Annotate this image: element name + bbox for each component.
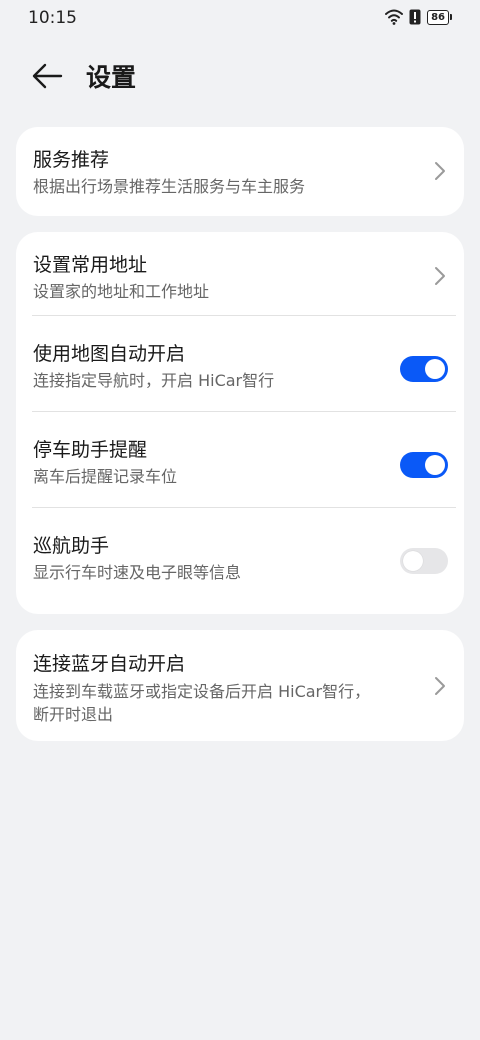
chevron-right-icon [435, 677, 445, 695]
status-icons: 86 [385, 9, 452, 25]
chevron-right-icon [435, 162, 445, 180]
arrow-left-icon [32, 63, 63, 89]
parking-reminder-toggle[interactable] [400, 452, 448, 478]
parking-reminder-title: 停车助手提醒 [33, 439, 148, 461]
status-bar: 10:15 86 [0, 0, 480, 36]
back-button[interactable] [28, 56, 68, 96]
battery-icon: 86 [427, 9, 452, 25]
address-row[interactable]: 设置常用地址 设置家的地址和工作地址 [16, 232, 464, 316]
header: 设置 [0, 50, 480, 100]
toggle-knob [425, 359, 445, 379]
cruise-assistant-title: 巡航助手 [33, 535, 110, 557]
map-auto-open-toggle[interactable] [400, 356, 448, 382]
service-recommend-row[interactable]: 服务推荐 根据出行场景推荐生活服务与车主服务 [16, 127, 464, 216]
toggle-knob [425, 455, 445, 475]
cruise-assistant-subtitle: 显示行车时速及电子眼等信息 [33, 563, 242, 582]
map-auto-open-title: 使用地图自动开启 [33, 343, 186, 365]
settings-card: 设置常用地址 设置家的地址和工作地址 使用地图自动开启 连接指定导航时，开启 H… [16, 232, 464, 614]
bluetooth-card: 连接蓝牙自动开启 连接到车载蓝牙或指定设备后开启 HiCar智行， 断开时退出 [16, 630, 464, 741]
bluetooth-auto-open-row[interactable]: 连接蓝牙自动开启 连接到车载蓝牙或指定设备后开启 HiCar智行， 断开时退出 [16, 630, 464, 741]
service-recommend-subtitle: 根据出行场景推荐生活服务与车主服务 [33, 177, 306, 196]
bluetooth-auto-open-subtitle-line2: 断开时退出 [33, 705, 114, 724]
map-auto-open-row: 使用地图自动开启 连接指定导航时，开启 HiCar智行 [16, 316, 464, 412]
service-card: 服务推荐 根据出行场景推荐生活服务与车主服务 [16, 127, 464, 216]
alert-icon [409, 9, 421, 25]
page-title: 设置 [86, 63, 137, 92]
cruise-assistant-toggle[interactable] [400, 548, 448, 574]
parking-reminder-row: 停车助手提醒 离车后提醒记录车位 [16, 412, 464, 508]
address-subtitle: 设置家的地址和工作地址 [33, 282, 210, 301]
battery-tip [450, 14, 452, 20]
status-time: 10:15 [28, 8, 77, 28]
chevron-right-icon [435, 267, 445, 285]
cruise-assistant-row: 巡航助手 显示行车时速及电子眼等信息 [16, 508, 464, 614]
map-auto-open-subtitle: 连接指定导航时，开启 HiCar智行 [33, 371, 275, 390]
address-title: 设置常用地址 [33, 254, 148, 276]
bluetooth-auto-open-subtitle-line1: 连接到车载蓝牙或指定设备后开启 HiCar智行， [33, 682, 371, 701]
parking-reminder-subtitle: 离车后提醒记录车位 [33, 467, 178, 486]
battery-level: 86 [427, 9, 449, 25]
service-recommend-title: 服务推荐 [33, 149, 110, 171]
bluetooth-auto-open-title: 连接蓝牙自动开启 [33, 653, 186, 675]
toggle-knob [403, 551, 423, 571]
wifi-icon [385, 9, 404, 25]
